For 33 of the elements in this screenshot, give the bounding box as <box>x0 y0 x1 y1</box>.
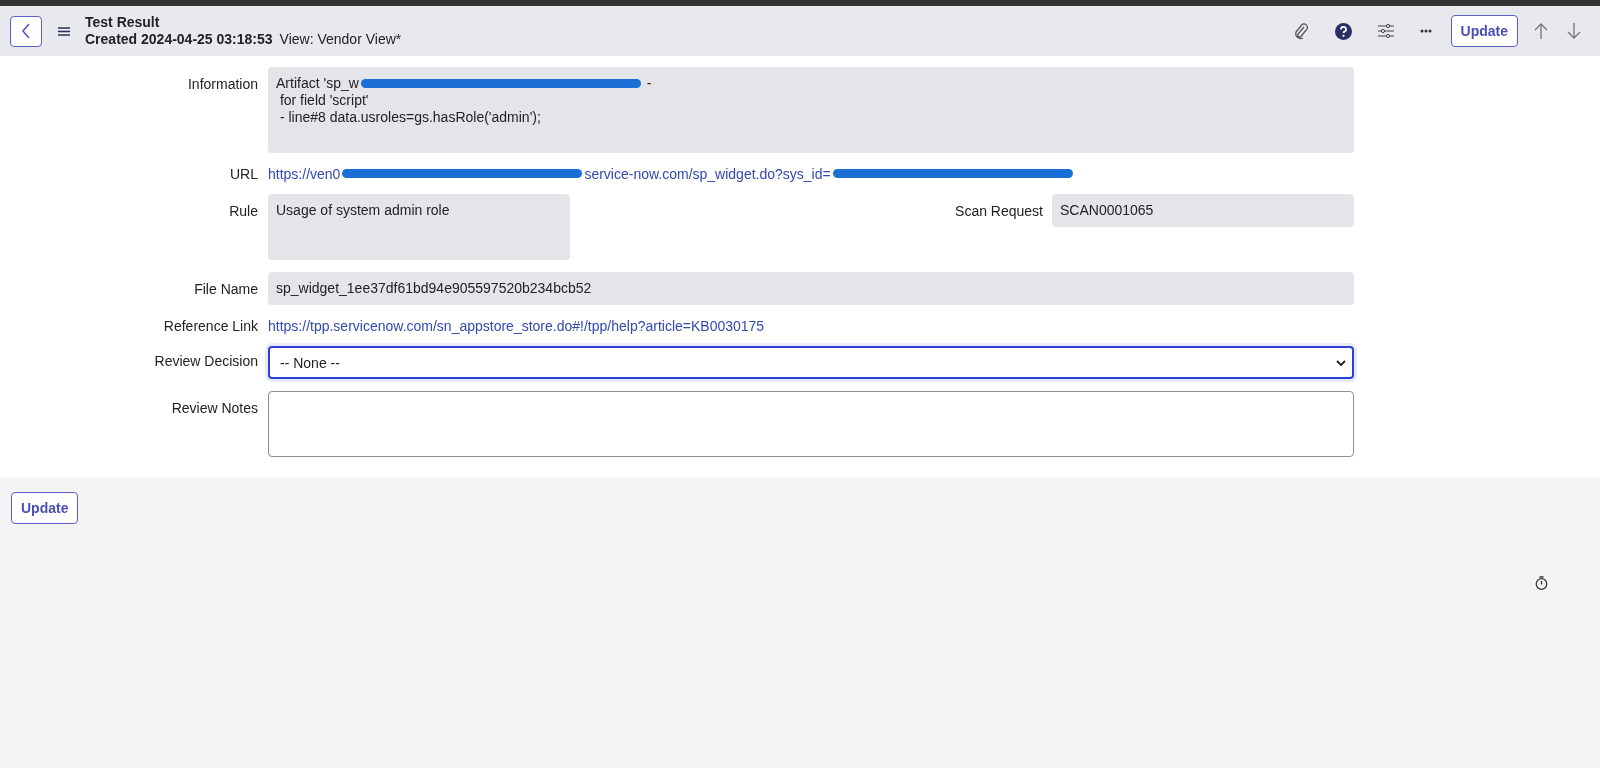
record-title: Test Result <box>85 14 161 31</box>
update-button[interactable]: Update <box>11 492 79 524</box>
field-label: Reference Link <box>162 317 259 334</box>
help-icon[interactable] <box>1334 22 1352 40</box>
field-label: URL <box>229 165 259 182</box>
paperclip-icon[interactable] <box>1292 22 1309 40</box>
update-button[interactable]: Update <box>1450 15 1518 47</box>
url-link[interactable]: service-now.com/sp_widget.do?sys_id= <box>584 165 831 182</box>
review-decision-select[interactable]: -- None -- <box>268 346 1354 379</box>
information-field: Artifact 'sp_w - for field 'script' - line#8 data.usroles=gs.hasRole('admin'); <box>268 67 1354 153</box>
field-label: File Name <box>193 281 259 297</box>
created-date: Created 2024-04-25 03:18:53 <box>85 31 273 47</box>
review-notes-field[interactable] <box>268 391 1354 457</box>
url-link[interactable]: https://ven0 <box>268 165 341 182</box>
stopwatch-icon[interactable] <box>1535 576 1548 590</box>
rule-field: Usage of system admin role <box>268 194 570 260</box>
chevron-left-icon <box>21 23 31 39</box>
file-name-field: sp_widget_1ee37df61bd94e905597520b234bcb52 <box>268 272 1354 305</box>
up-arrow-icon[interactable] <box>1534 23 1548 39</box>
reference-link[interactable]: https://tpp.servicenow.com/sn_appstore_store.do#!/tpp/help?article=KB0030175 <box>268 317 765 334</box>
field-label: Review Notes <box>170 400 259 416</box>
settings-sliders-icon[interactable] <box>1377 24 1394 38</box>
scan-request-field: SCAN0001065 <box>1052 194 1354 227</box>
down-arrow-icon[interactable] <box>1567 23 1581 39</box>
field-label: Review Decision <box>153 353 259 369</box>
field-label: Scan Request <box>955 203 1043 219</box>
field-label: Rule <box>228 203 259 219</box>
view-name: View: Vendor View* <box>279 31 402 47</box>
back-button[interactable] <box>10 15 42 47</box>
more-icon[interactable] <box>1419 29 1432 33</box>
field-label: Information <box>186 76 259 92</box>
caret-icon <box>1336 359 1346 366</box>
menu-icon[interactable] <box>58 26 70 36</box>
